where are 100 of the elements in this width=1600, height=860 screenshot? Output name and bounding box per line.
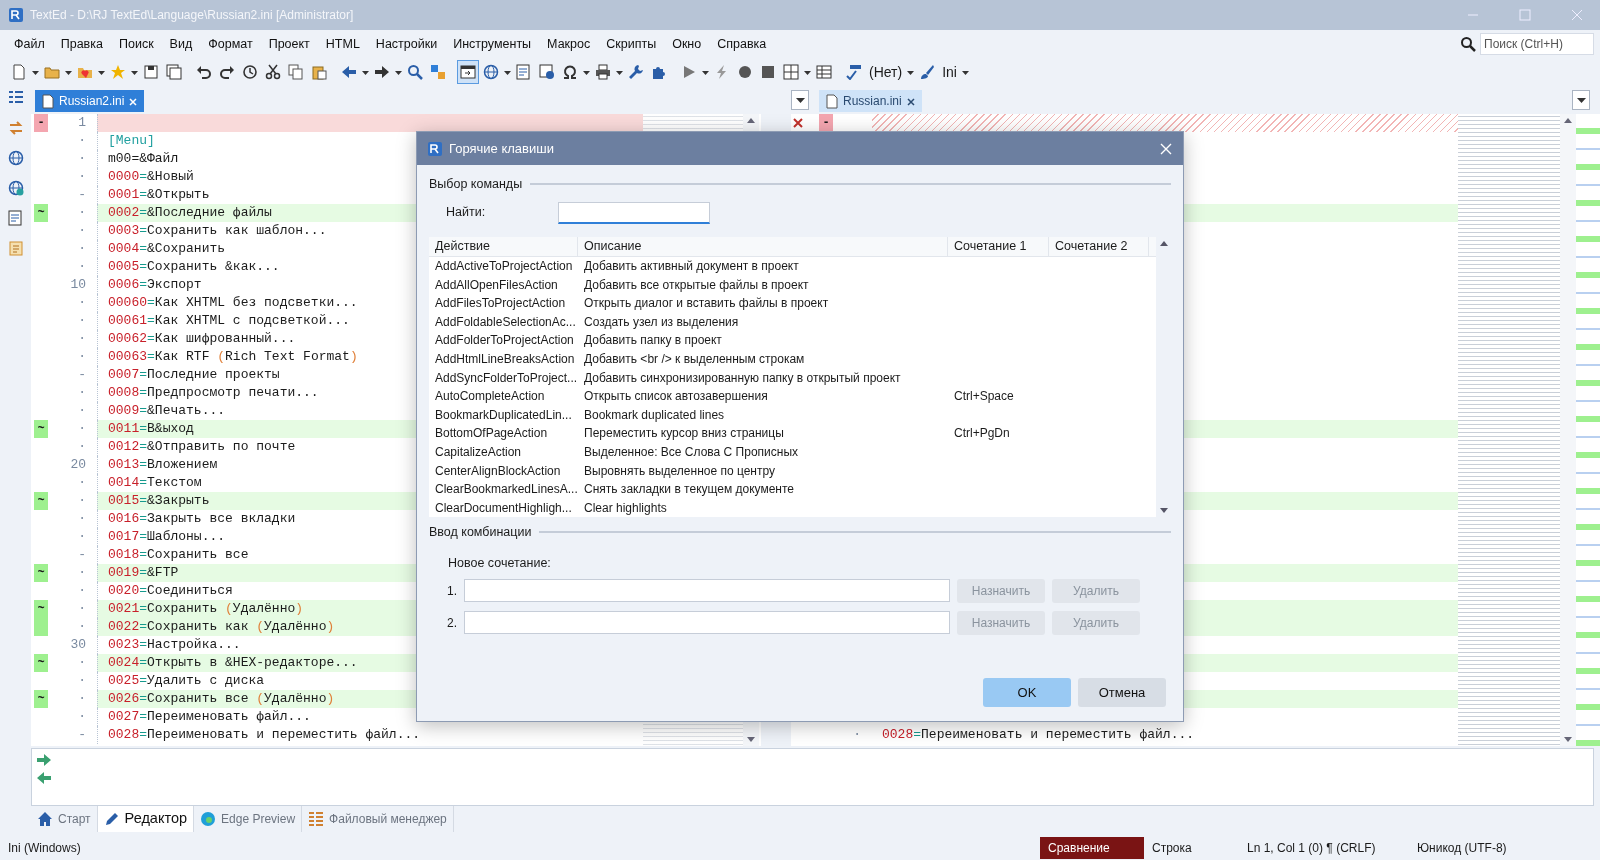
change-marker bbox=[34, 618, 48, 636]
arrow-right-icon[interactable] bbox=[374, 64, 390, 80]
column-header[interactable]: Сочетание 1 bbox=[948, 236, 1049, 256]
menu-item[interactable]: Справка bbox=[709, 32, 775, 56]
line-number: · bbox=[77, 618, 87, 637]
panel-tab[interactable]: Edge Preview bbox=[194, 806, 303, 832]
column-header[interactable]: Сочетание 2 bbox=[1049, 236, 1149, 256]
arrow-left-icon[interactable] bbox=[36, 771, 52, 785]
dialog-button[interactable]: Отмена bbox=[1078, 678, 1166, 707]
menu-item[interactable]: Скрипты bbox=[598, 32, 665, 56]
menu-item[interactable]: Окно bbox=[664, 32, 710, 56]
menu-item[interactable]: Проект bbox=[260, 32, 318, 56]
line-number: · bbox=[77, 492, 87, 511]
dropdown-button[interactable] bbox=[791, 90, 809, 110]
scroll-up-icon bbox=[1563, 116, 1573, 124]
puzzle-icon[interactable] bbox=[651, 64, 667, 80]
scrollbar[interactable] bbox=[1560, 114, 1576, 746]
star-icon[interactable] bbox=[110, 64, 126, 80]
new-file-icon[interactable] bbox=[11, 64, 27, 80]
menu-item[interactable]: Инструменты bbox=[445, 32, 540, 56]
search-field[interactable]: Поиск (Ctrl+H) bbox=[1480, 33, 1594, 55]
globe-icon[interactable] bbox=[483, 64, 499, 80]
column-header[interactable]: Описание bbox=[578, 236, 948, 256]
globe-check-icon bbox=[7, 180, 24, 196]
delete-x-icon[interactable] bbox=[792, 117, 804, 129]
menu-item[interactable]: Вид bbox=[161, 32, 201, 56]
stop-icon[interactable] bbox=[760, 64, 776, 80]
brush-icon[interactable] bbox=[919, 64, 936, 80]
grid-icon[interactable] bbox=[783, 64, 799, 80]
table-cell-text: AddAllOpenFilesAction bbox=[434, 276, 559, 294]
window-title: TextEd - D:\RJ TextEd\Language\Russian2.ini [Administrator] bbox=[30, 7, 354, 24]
table-cell-text: AddFoldableSelectionAc... bbox=[434, 313, 577, 331]
menu-item[interactable]: Правка bbox=[52, 32, 111, 56]
printer-icon[interactable] bbox=[595, 64, 611, 80]
line-number: · bbox=[77, 330, 87, 349]
panel-tab[interactable]: Файловый менеджер bbox=[302, 806, 454, 832]
line-number: · bbox=[77, 600, 87, 619]
paste-icon[interactable] bbox=[311, 64, 327, 80]
window-icon[interactable] bbox=[460, 64, 476, 80]
redo-icon[interactable] bbox=[219, 64, 235, 80]
line-number: · bbox=[77, 474, 87, 493]
dropdown-button[interactable] bbox=[1572, 90, 1590, 110]
menu-item[interactable]: Настройки bbox=[367, 32, 446, 56]
line-number: · bbox=[77, 150, 87, 169]
panel-tab[interactable]: Старт bbox=[31, 806, 98, 832]
panel-tab[interactable]: Редактор bbox=[97, 806, 195, 832]
omega-icon[interactable] bbox=[562, 64, 578, 80]
spellcheck-icon[interactable] bbox=[846, 64, 862, 80]
shortcut-field[interactable] bbox=[464, 611, 950, 635]
line-number: · bbox=[77, 672, 87, 691]
syntax-dropdown[interactable]: Ini bbox=[939, 61, 960, 83]
replace-icon[interactable] bbox=[430, 64, 446, 80]
close-icon[interactable] bbox=[1159, 141, 1173, 156]
save-all-icon[interactable] bbox=[166, 64, 182, 80]
field-label: Найти: bbox=[446, 204, 487, 222]
page-globe-icon[interactable] bbox=[539, 64, 555, 80]
change-marker: ~ bbox=[34, 564, 48, 582]
line-number: · bbox=[77, 420, 87, 439]
arrow-left-icon[interactable] bbox=[341, 64, 357, 80]
save-icon[interactable] bbox=[143, 64, 159, 80]
cut-icon[interactable] bbox=[265, 64, 281, 80]
file-tab[interactable]: Russian.ini bbox=[819, 90, 922, 112]
line-number: - bbox=[77, 726, 87, 745]
scroll-down-icon bbox=[1563, 736, 1573, 744]
page-icon bbox=[7, 210, 24, 226]
menu-item[interactable]: Файл bbox=[6, 32, 53, 56]
line-number: 20 bbox=[69, 456, 87, 475]
column-header[interactable]: Действие bbox=[429, 236, 578, 256]
status-text: Сравнение bbox=[1040, 837, 1144, 859]
menu-item[interactable]: Поиск bbox=[110, 32, 162, 56]
copy-icon[interactable] bbox=[288, 64, 304, 80]
wrench-icon[interactable] bbox=[628, 64, 644, 80]
line-number: 1 bbox=[77, 114, 87, 133]
menu-item[interactable]: Макрос bbox=[539, 32, 599, 56]
undo-icon[interactable] bbox=[196, 64, 212, 80]
record-icon[interactable] bbox=[737, 64, 753, 80]
line-number: · bbox=[77, 654, 87, 673]
file-tab[interactable]: Russian2.ini bbox=[35, 90, 145, 112]
line-number: - bbox=[77, 546, 87, 565]
caret-icon bbox=[795, 97, 805, 103]
search-icon[interactable] bbox=[407, 64, 423, 80]
menu-item[interactable]: HTML bbox=[317, 32, 368, 56]
close-icon[interactable] bbox=[905, 96, 916, 107]
compare-arrows-icon bbox=[7, 120, 24, 136]
line-number: · bbox=[77, 258, 87, 277]
clock-icon[interactable] bbox=[242, 64, 258, 80]
spell-mode-dropdown[interactable]: (Нет) bbox=[866, 61, 906, 83]
table-icon[interactable] bbox=[816, 64, 832, 80]
table-cell-text: Ctrl+Space bbox=[953, 388, 1015, 406]
shortcut-field[interactable] bbox=[464, 579, 950, 603]
file-icon bbox=[41, 93, 55, 109]
dialog-button[interactable]: OK bbox=[983, 678, 1071, 707]
change-marker: ~ bbox=[34, 420, 48, 438]
play-icon[interactable] bbox=[681, 64, 697, 80]
line-number: 10 bbox=[69, 276, 87, 295]
close-icon[interactable] bbox=[128, 96, 139, 107]
search-field[interactable] bbox=[558, 201, 710, 224]
file-icon bbox=[825, 93, 839, 109]
menu-item[interactable]: Формат bbox=[200, 32, 261, 56]
home-icon bbox=[37, 811, 53, 827]
